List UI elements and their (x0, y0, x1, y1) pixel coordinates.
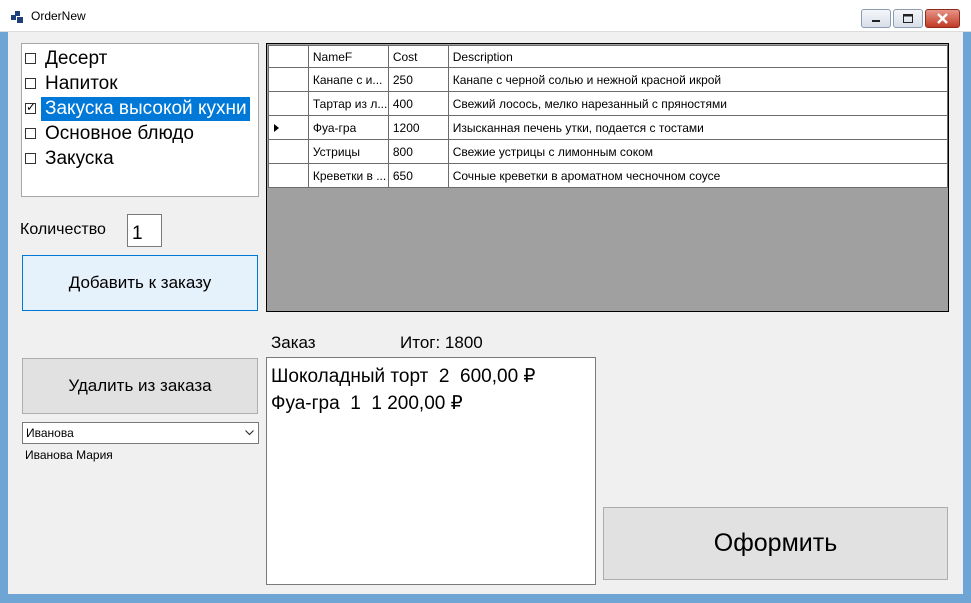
cell-name[interactable]: Канапе с и... (307, 67, 389, 92)
maximize-button[interactable] (893, 9, 923, 28)
chevron-down-icon[interactable] (245, 429, 254, 437)
cell-name[interactable]: Тартар из л... (307, 91, 389, 116)
submit-order-button[interactable]: Оформить (603, 507, 948, 580)
row-header[interactable] (268, 163, 309, 188)
window-title: OrderNew (31, 9, 86, 23)
row-header[interactable] (268, 139, 309, 164)
table-row[interactable]: Фуа-гра 1200 Изысканная печень утки, под… (268, 115, 949, 140)
menu-data-grid[interactable]: NameF Cost Description Канапе с и... 250… (266, 43, 949, 312)
cell-cost[interactable]: 650 (387, 163, 449, 188)
table-row[interactable]: Устрицы 800 Свежие устрицы с лимонным со… (268, 139, 949, 164)
order-list-item[interactable]: Фуа-гра 1 1 200,00 ₽ (271, 392, 463, 415)
category-checked-list[interactable]: Десерт Напиток ✓ Закуска высокой кухни О… (21, 43, 259, 197)
close-icon (937, 13, 948, 24)
row-header-corner (268, 45, 309, 68)
table-row[interactable]: Канапе с и... 250 Канапе с черной солью … (268, 67, 949, 92)
row-header[interactable] (268, 115, 309, 140)
remove-from-order-button[interactable]: Удалить из заказа (22, 358, 258, 414)
minimize-button[interactable] (861, 9, 891, 28)
grid-header-row: NameF Cost Description (268, 45, 949, 68)
client-combobox-value: Иванова (26, 426, 74, 440)
checkbox[interactable] (25, 53, 36, 64)
category-label: Закуска (45, 148, 114, 169)
checkbox[interactable]: ✓ (25, 100, 36, 114)
order-label: Заказ (271, 333, 316, 352)
minimize-icon (872, 20, 880, 22)
cell-cost[interactable]: 1200 (387, 115, 449, 140)
order-list-item[interactable]: Шоколадный торт 2 600,00 ₽ (271, 365, 536, 388)
current-row-pointer-icon (274, 124, 279, 132)
add-to-order-button[interactable]: Добавить к заказу (22, 255, 258, 311)
order-list[interactable]: Шоколадный торт 2 600,00 ₽ Фуа-гра 1 1 2… (266, 357, 596, 585)
cell-cost[interactable]: 400 (387, 91, 449, 116)
form-client-area: Десерт Напиток ✓ Закуска высокой кухни О… (8, 32, 963, 594)
checkbox[interactable] (25, 153, 36, 164)
cell-cost[interactable]: 250 (387, 67, 449, 92)
close-button[interactable] (925, 9, 960, 28)
restore-icon (903, 14, 913, 23)
cell-description[interactable]: Свежий лосось, мелко нарезанный с прянос… (447, 91, 949, 116)
column-header-description[interactable]: Description (447, 45, 949, 68)
cell-name[interactable]: Креветки в ... (307, 163, 389, 188)
category-label: Десерт (45, 48, 108, 69)
cell-name[interactable]: Фуа-гра (307, 115, 389, 140)
cell-description[interactable]: Свежие устрицы с лимонным соком (447, 139, 949, 164)
cell-name[interactable]: Устрицы (307, 139, 389, 164)
table-row[interactable]: Креветки в ... 650 Сочные креветки в аро… (268, 163, 949, 188)
category-label: Напиток (45, 73, 118, 94)
table-row[interactable]: Тартар из л... 400 Свежий лосось, мелко … (268, 91, 949, 116)
column-header-cost[interactable]: Cost (387, 45, 449, 68)
cell-cost[interactable]: 800 (387, 139, 449, 164)
checkbox[interactable] (25, 78, 36, 89)
checkbox[interactable] (25, 128, 36, 139)
row-header[interactable] (268, 91, 309, 116)
order-total-label: Итог: 1800 (400, 333, 483, 352)
title-bar[interactable]: OrderNew (0, 0, 971, 32)
cell-description[interactable]: Канапе с черной солью и нежной красной и… (447, 67, 949, 92)
client-full-name: Иванова Мария (25, 448, 113, 462)
quantity-input[interactable] (127, 214, 162, 247)
quantity-label: Количество (20, 221, 106, 238)
column-header-namef[interactable]: NameF (307, 45, 389, 68)
client-combobox[interactable]: Иванова (22, 422, 259, 444)
app-window: OrderNew Десерт Напиток ✓ Закуска высоко… (0, 0, 971, 603)
row-header[interactable] (268, 67, 309, 92)
checkmark-icon: ✓ (26, 100, 37, 114)
category-label: Закуска высокой кухни (41, 97, 250, 121)
cell-description[interactable]: Сочные креветки в ароматном чесночном со… (447, 163, 949, 188)
app-icon (11, 11, 23, 23)
category-label: Основное блюдо (45, 123, 194, 144)
cell-description[interactable]: Изысканная печень утки, подается с тоста… (447, 115, 949, 140)
